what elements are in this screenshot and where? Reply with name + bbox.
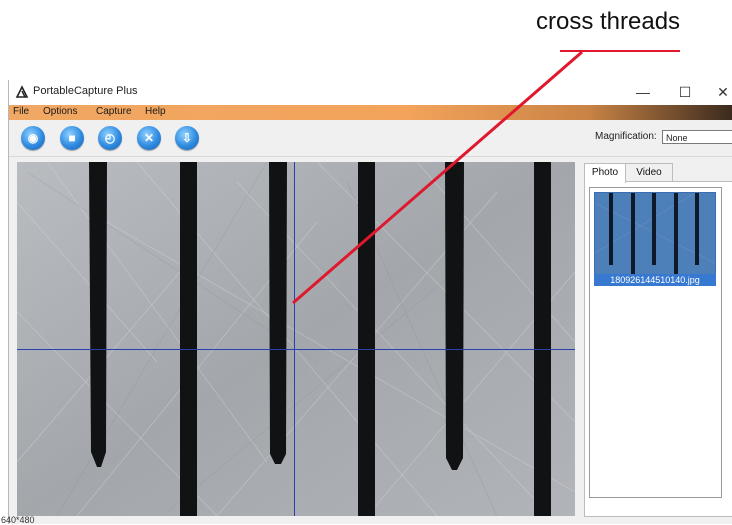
photo-thumbnail[interactable] (594, 192, 716, 276)
save-button[interactable]: ⇩ (175, 126, 199, 150)
capture-panel: Photo Video 180926144510140.jpg (584, 163, 732, 518)
snapshot-button[interactable]: ◉ (21, 126, 45, 150)
video-camera-icon: ■ (68, 131, 76, 145)
crosshair-vertical (294, 162, 295, 516)
menu-options[interactable]: Options (43, 106, 77, 117)
magnification-label: Magnification: (595, 131, 657, 142)
fullscreen-icon: ✕ (143, 131, 155, 145)
window-title: PortableCapture Plus (33, 85, 138, 97)
app-logo-icon (15, 85, 29, 98)
crosshair-horizontal (17, 349, 575, 350)
snapshot-icon: ◉ (27, 131, 39, 145)
photo-tab-content: 180926144510140.jpg (584, 181, 732, 517)
status-bar: 640*480 (1, 515, 732, 525)
menu-file[interactable]: File (13, 106, 29, 117)
magnification-field[interactable]: None (662, 130, 732, 144)
maximize-button[interactable]: ☐ (671, 83, 699, 101)
download-icon: ⇩ (181, 131, 193, 145)
toolbar: ◉ ■ ◴ ✕ ⇩ Magnification: None (9, 120, 732, 157)
annotation-underline (560, 50, 680, 52)
record-video-button[interactable]: ■ (60, 126, 84, 150)
specimen-image (17, 162, 575, 516)
fullscreen-button[interactable]: ✕ (137, 126, 161, 150)
thumbnail-image (595, 193, 715, 275)
menu-help[interactable]: Help (145, 106, 166, 117)
close-button[interactable]: ✕ (709, 83, 732, 101)
tab-video[interactable]: Video (625, 163, 673, 182)
photo-gallery: 180926144510140.jpg (589, 187, 722, 498)
live-preview[interactable] (17, 162, 575, 516)
app-window: PortableCapture Plus — ☐ ✕ File Options … (1, 80, 732, 525)
minimize-button[interactable]: — (629, 83, 657, 101)
timer-capture-button[interactable]: ◴ (98, 126, 122, 150)
title-bar: PortableCapture Plus — ☐ ✕ (9, 80, 732, 105)
timer-icon: ◴ (104, 131, 116, 145)
annotation-label: cross threads (536, 8, 681, 35)
menu-capture[interactable]: Capture (96, 106, 132, 117)
menu-bar: File Options Capture Help (9, 105, 732, 120)
tab-photo[interactable]: Photo (584, 163, 626, 183)
thumbnail-filename[interactable]: 180926144510140.jpg (594, 274, 716, 286)
